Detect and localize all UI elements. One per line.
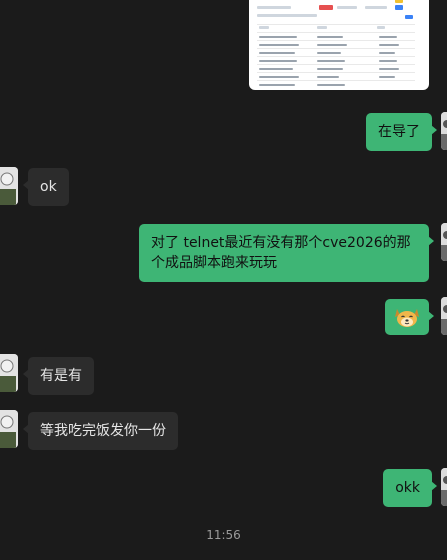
contact-message-bubble[interactable]: 有是有 — [23, 357, 94, 395]
my-message-bubble[interactable]: okk — [383, 469, 437, 507]
my-avatar[interactable] — [441, 112, 447, 150]
my-avatar[interactable] — [441, 223, 447, 261]
contact-message-bubble[interactable]: 等我吃完饭发你一份 — [23, 412, 178, 450]
my-avatar[interactable] — [441, 468, 447, 506]
sticker-message-bubble[interactable] — [385, 299, 434, 335]
my-message-bubble[interactable]: 对了 telnet最近有没有那个cve2026的那个成品脚本跑来玩玩 — [139, 224, 434, 282]
message-text: 等我吃完饭发你一份 — [40, 423, 166, 439]
contact-avatar[interactable] — [0, 410, 18, 448]
image-message-thumbnail[interactable] — [249, 0, 429, 90]
my-message-bubble[interactable]: 在导了 — [366, 113, 437, 151]
message-text: 有是有 — [40, 368, 82, 384]
contact-avatar[interactable] — [0, 167, 18, 205]
timestamp: 11:56 — [206, 528, 241, 542]
message-text: okk — [395, 480, 420, 496]
dog-face-emoji-icon — [395, 309, 419, 327]
message-text: ok — [40, 179, 57, 195]
message-text: 在导了 — [378, 124, 420, 140]
my-avatar[interactable] — [441, 297, 447, 335]
contact-avatar[interactable] — [0, 354, 18, 392]
contact-message-bubble[interactable]: ok — [23, 168, 69, 206]
message-text: 对了 telnet最近有没有那个cve2026的那个成品脚本跑来玩玩 — [151, 235, 411, 271]
